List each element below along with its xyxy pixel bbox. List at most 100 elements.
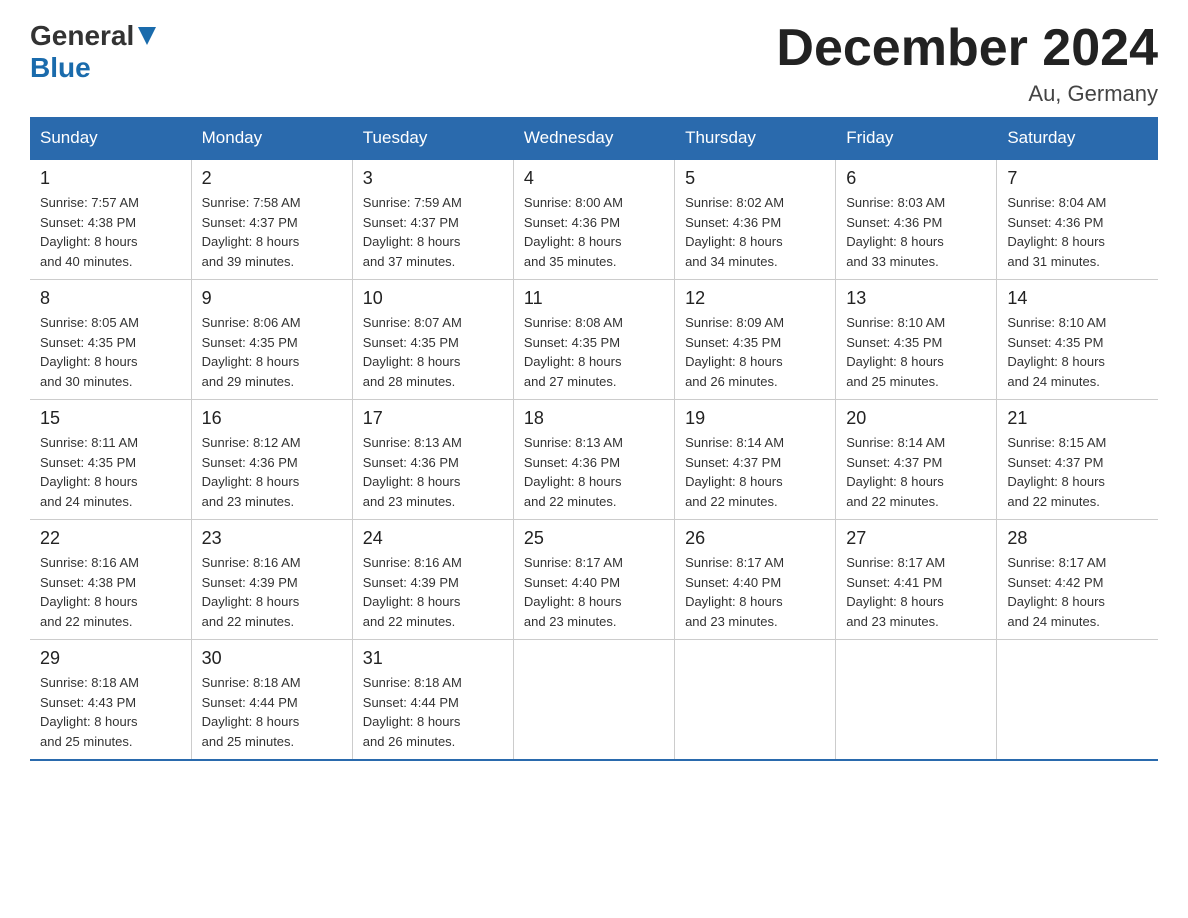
calendar-body: 1 Sunrise: 7:57 AMSunset: 4:38 PMDayligh… <box>30 159 1158 760</box>
day-number: 19 <box>685 408 825 429</box>
calendar-cell: 27 Sunrise: 8:17 AMSunset: 4:41 PMDaylig… <box>836 520 997 640</box>
day-info: Sunrise: 8:10 AMSunset: 4:35 PMDaylight:… <box>1007 315 1106 389</box>
day-number: 9 <box>202 288 342 309</box>
logo-general-text: General <box>30 20 134 52</box>
day-info: Sunrise: 8:18 AMSunset: 4:44 PMDaylight:… <box>363 675 462 749</box>
calendar-week-row: 8 Sunrise: 8:05 AMSunset: 4:35 PMDayligh… <box>30 280 1158 400</box>
month-title: December 2024 <box>776 20 1158 77</box>
day-number: 2 <box>202 168 342 189</box>
logo-arrow-icon <box>136 25 158 47</box>
calendar-table: Sunday Monday Tuesday Wednesday Thursday… <box>30 117 1158 761</box>
calendar-cell: 10 Sunrise: 8:07 AMSunset: 4:35 PMDaylig… <box>352 280 513 400</box>
day-number: 6 <box>846 168 986 189</box>
day-info: Sunrise: 8:04 AMSunset: 4:36 PMDaylight:… <box>1007 195 1106 269</box>
logo: General Blue <box>30 20 158 84</box>
calendar-cell: 30 Sunrise: 8:18 AMSunset: 4:44 PMDaylig… <box>191 640 352 761</box>
calendar-cell: 4 Sunrise: 8:00 AMSunset: 4:36 PMDayligh… <box>513 159 674 280</box>
calendar-cell: 14 Sunrise: 8:10 AMSunset: 4:35 PMDaylig… <box>997 280 1158 400</box>
day-number: 1 <box>40 168 181 189</box>
calendar-cell: 21 Sunrise: 8:15 AMSunset: 4:37 PMDaylig… <box>997 400 1158 520</box>
day-number: 18 <box>524 408 664 429</box>
calendar-cell: 15 Sunrise: 8:11 AMSunset: 4:35 PMDaylig… <box>30 400 191 520</box>
day-number: 29 <box>40 648 181 669</box>
calendar-cell: 19 Sunrise: 8:14 AMSunset: 4:37 PMDaylig… <box>675 400 836 520</box>
day-number: 11 <box>524 288 664 309</box>
day-number: 23 <box>202 528 342 549</box>
day-number: 30 <box>202 648 342 669</box>
day-number: 27 <box>846 528 986 549</box>
day-info: Sunrise: 8:16 AMSunset: 4:39 PMDaylight:… <box>202 555 301 629</box>
day-number: 20 <box>846 408 986 429</box>
day-info: Sunrise: 8:14 AMSunset: 4:37 PMDaylight:… <box>685 435 784 509</box>
calendar-cell: 7 Sunrise: 8:04 AMSunset: 4:36 PMDayligh… <box>997 159 1158 280</box>
day-info: Sunrise: 8:13 AMSunset: 4:36 PMDaylight:… <box>524 435 623 509</box>
day-number: 24 <box>363 528 503 549</box>
day-number: 14 <box>1007 288 1148 309</box>
day-info: Sunrise: 8:07 AMSunset: 4:35 PMDaylight:… <box>363 315 462 389</box>
day-number: 15 <box>40 408 181 429</box>
day-number: 8 <box>40 288 181 309</box>
col-wednesday: Wednesday <box>513 118 674 160</box>
calendar-header: Sunday Monday Tuesday Wednesday Thursday… <box>30 118 1158 160</box>
calendar-week-row: 29 Sunrise: 8:18 AMSunset: 4:43 PMDaylig… <box>30 640 1158 761</box>
day-info: Sunrise: 8:05 AMSunset: 4:35 PMDaylight:… <box>40 315 139 389</box>
location-text: Au, Germany <box>776 81 1158 107</box>
day-info: Sunrise: 8:17 AMSunset: 4:40 PMDaylight:… <box>524 555 623 629</box>
day-number: 5 <box>685 168 825 189</box>
day-number: 26 <box>685 528 825 549</box>
day-info: Sunrise: 8:13 AMSunset: 4:36 PMDaylight:… <box>363 435 462 509</box>
day-info: Sunrise: 8:18 AMSunset: 4:43 PMDaylight:… <box>40 675 139 749</box>
page-header: General Blue December 2024 Au, Germany <box>30 20 1158 107</box>
calendar-cell: 20 Sunrise: 8:14 AMSunset: 4:37 PMDaylig… <box>836 400 997 520</box>
day-number: 17 <box>363 408 503 429</box>
day-info: Sunrise: 7:58 AMSunset: 4:37 PMDaylight:… <box>202 195 301 269</box>
calendar-cell: 8 Sunrise: 8:05 AMSunset: 4:35 PMDayligh… <box>30 280 191 400</box>
day-info: Sunrise: 8:00 AMSunset: 4:36 PMDaylight:… <box>524 195 623 269</box>
day-number: 25 <box>524 528 664 549</box>
calendar-cell: 23 Sunrise: 8:16 AMSunset: 4:39 PMDaylig… <box>191 520 352 640</box>
calendar-cell: 25 Sunrise: 8:17 AMSunset: 4:40 PMDaylig… <box>513 520 674 640</box>
calendar-cell <box>675 640 836 761</box>
col-thursday: Thursday <box>675 118 836 160</box>
col-monday: Monday <box>191 118 352 160</box>
day-number: 7 <box>1007 168 1148 189</box>
calendar-week-row: 22 Sunrise: 8:16 AMSunset: 4:38 PMDaylig… <box>30 520 1158 640</box>
day-number: 16 <box>202 408 342 429</box>
day-info: Sunrise: 8:18 AMSunset: 4:44 PMDaylight:… <box>202 675 301 749</box>
day-info: Sunrise: 8:15 AMSunset: 4:37 PMDaylight:… <box>1007 435 1106 509</box>
day-number: 28 <box>1007 528 1148 549</box>
calendar-cell <box>513 640 674 761</box>
day-info: Sunrise: 8:16 AMSunset: 4:38 PMDaylight:… <box>40 555 139 629</box>
logo-blue-text: Blue <box>30 52 91 84</box>
calendar-cell: 24 Sunrise: 8:16 AMSunset: 4:39 PMDaylig… <box>352 520 513 640</box>
day-info: Sunrise: 7:57 AMSunset: 4:38 PMDaylight:… <box>40 195 139 269</box>
day-number: 12 <box>685 288 825 309</box>
col-saturday: Saturday <box>997 118 1158 160</box>
calendar-cell: 11 Sunrise: 8:08 AMSunset: 4:35 PMDaylig… <box>513 280 674 400</box>
calendar-cell: 13 Sunrise: 8:10 AMSunset: 4:35 PMDaylig… <box>836 280 997 400</box>
calendar-week-row: 1 Sunrise: 7:57 AMSunset: 4:38 PMDayligh… <box>30 159 1158 280</box>
day-info: Sunrise: 8:17 AMSunset: 4:40 PMDaylight:… <box>685 555 784 629</box>
day-number: 21 <box>1007 408 1148 429</box>
col-friday: Friday <box>836 118 997 160</box>
calendar-cell: 1 Sunrise: 7:57 AMSunset: 4:38 PMDayligh… <box>30 159 191 280</box>
day-info: Sunrise: 8:11 AMSunset: 4:35 PMDaylight:… <box>40 435 138 509</box>
day-number: 31 <box>363 648 503 669</box>
calendar-cell: 31 Sunrise: 8:18 AMSunset: 4:44 PMDaylig… <box>352 640 513 761</box>
calendar-cell: 3 Sunrise: 7:59 AMSunset: 4:37 PMDayligh… <box>352 159 513 280</box>
calendar-cell: 28 Sunrise: 8:17 AMSunset: 4:42 PMDaylig… <box>997 520 1158 640</box>
day-number: 4 <box>524 168 664 189</box>
day-info: Sunrise: 8:08 AMSunset: 4:35 PMDaylight:… <box>524 315 623 389</box>
day-info: Sunrise: 8:17 AMSunset: 4:42 PMDaylight:… <box>1007 555 1106 629</box>
calendar-cell: 29 Sunrise: 8:18 AMSunset: 4:43 PMDaylig… <box>30 640 191 761</box>
calendar-week-row: 15 Sunrise: 8:11 AMSunset: 4:35 PMDaylig… <box>30 400 1158 520</box>
calendar-cell: 16 Sunrise: 8:12 AMSunset: 4:36 PMDaylig… <box>191 400 352 520</box>
day-info: Sunrise: 8:03 AMSunset: 4:36 PMDaylight:… <box>846 195 945 269</box>
day-info: Sunrise: 8:16 AMSunset: 4:39 PMDaylight:… <box>363 555 462 629</box>
calendar-cell: 26 Sunrise: 8:17 AMSunset: 4:40 PMDaylig… <box>675 520 836 640</box>
day-info: Sunrise: 8:14 AMSunset: 4:37 PMDaylight:… <box>846 435 945 509</box>
calendar-cell <box>997 640 1158 761</box>
calendar-cell: 17 Sunrise: 8:13 AMSunset: 4:36 PMDaylig… <box>352 400 513 520</box>
calendar-cell <box>836 640 997 761</box>
day-number: 22 <box>40 528 181 549</box>
